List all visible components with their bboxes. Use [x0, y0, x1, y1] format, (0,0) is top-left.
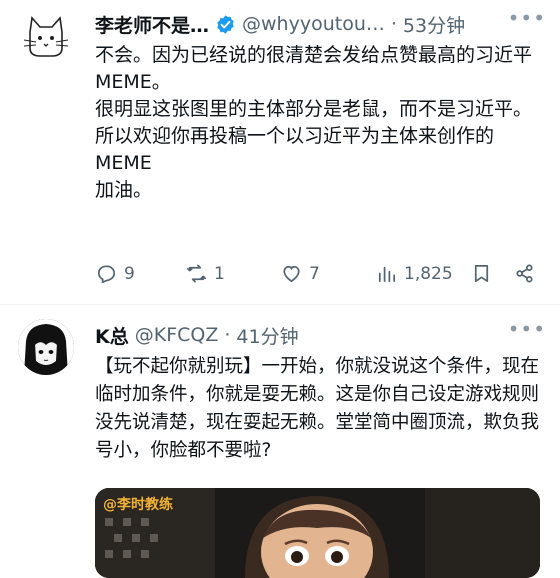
tweet-paragraph: 【玩不起你就别玩】一开始，你就没说这个条件，现在临时加条件，你就是耍无赖。这是你… — [95, 356, 540, 461]
tweet-line: 所以欢迎你再投稿一个以习近平为主体来创作的MEME — [95, 125, 495, 174]
reply-icon — [97, 265, 116, 284]
bookmark-button[interactable] — [470, 262, 493, 285]
views-count: 1,825 — [404, 263, 453, 284]
action-bar: 9 1 7 1,825 — [95, 262, 540, 292]
retweet-icon — [187, 264, 206, 283]
retweet-button[interactable]: 1 — [185, 262, 225, 285]
tweet-text: 不会。因为已经说的很清楚会发给点赞最高的习近平MEME。 很明显这张图里的主体部… — [95, 42, 542, 204]
timestamp[interactable]: 41分钟 — [236, 322, 298, 349]
handle[interactable]: @KFCQZ — [135, 324, 219, 346]
retweet-count: 1 — [214, 263, 225, 284]
display-name[interactable]: 李老师不是… — [95, 11, 209, 38]
reply-count: 9 — [124, 263, 135, 284]
like-button[interactable]: 7 — [280, 262, 320, 285]
more-options-icon[interactable]: ••• — [508, 317, 546, 341]
avatar-cat[interactable] — [18, 10, 74, 66]
heart-icon — [283, 265, 300, 283]
tweet-media-image[interactable]: @李时教练 — [95, 488, 540, 578]
timestamp[interactable]: 53分钟 — [403, 11, 465, 38]
views-icon — [378, 266, 396, 283]
bookmark-icon — [474, 264, 489, 283]
separator-dot: · — [390, 13, 397, 35]
views-button[interactable]: 1,825 — [375, 262, 453, 285]
separator-dot: · — [224, 324, 231, 346]
share-icon — [516, 264, 533, 283]
reply-button[interactable]: 9 — [95, 262, 135, 285]
tweet-line: 很明显这张图里的主体部分是老鼠，而不是习近平。 — [95, 98, 533, 120]
tweet-text: 【玩不起你就别玩】一开始，你就没说这个条件，现在临时加条件，你就是耍无赖。这是你… — [95, 353, 542, 465]
handle[interactable]: @whyyoutou… — [242, 13, 385, 35]
tweet-line: 加油。 — [95, 179, 153, 201]
tweet-2[interactable]: K总 @KFCQZ · 41分钟 ••• 【玩不起你就别玩】一开始，你就没说这个… — [0, 305, 560, 578]
display-name[interactable]: K总 — [95, 322, 129, 349]
tweet-header: 李老师不是… @whyyoutou… · 53分钟 — [95, 10, 546, 38]
verified-badge-icon — [215, 14, 236, 35]
more-options-icon[interactable]: ••• — [508, 6, 546, 30]
media-watermark: @李时教练 — [103, 497, 173, 513]
tweet-header: K总 @KFCQZ · 41分钟 — [95, 321, 546, 349]
avatar-anime-girl[interactable] — [18, 319, 74, 375]
tweet-1[interactable]: 李老师不是… @whyyoutou… · 53分钟 ••• 不会。因为已经说的很… — [0, 0, 560, 305]
like-count: 7 — [309, 263, 320, 284]
share-button[interactable] — [513, 262, 536, 285]
tweet-line: 不会。因为已经说的很清楚会发给点赞最高的习近平MEME。 — [95, 44, 533, 93]
